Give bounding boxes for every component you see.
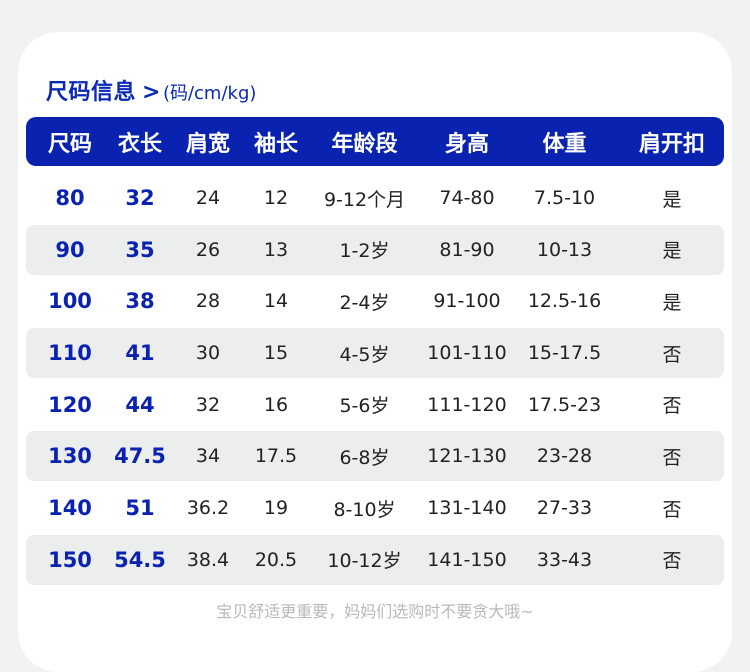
cell-age: 8-10岁 xyxy=(333,498,396,521)
cell-sleeve: 12 xyxy=(263,187,289,209)
cell-shoulder: 36.2 xyxy=(186,497,230,520)
cell-sleeve: 16 xyxy=(263,393,289,416)
cell-length: 38 xyxy=(125,289,155,314)
col-weight: 体重 xyxy=(542,131,587,157)
cell-length: 32 xyxy=(125,186,155,210)
cell-length: 47.5 xyxy=(114,444,166,469)
cell-weight: 10-13 xyxy=(536,238,593,261)
table-row: 140 51 36.2 19 8-10岁 131-140 27-33 否 xyxy=(26,483,724,533)
cell-height: 81-90 xyxy=(439,238,495,261)
table-row: 120 44 32 16 5-6岁 111-120 17.5-23 否 xyxy=(26,380,724,430)
cell-size: 110 xyxy=(48,341,92,366)
table-row: 150 54.5 38.4 20.5 10-12岁 141-150 33-43 … xyxy=(26,534,724,585)
size-table-body: 80 32 24 12 9-12个月 74-80 7.5-10 是 90 35 … xyxy=(26,173,724,587)
cell-shoulder-button: 是 xyxy=(662,240,682,263)
cell-shoulder: 24 xyxy=(195,187,221,209)
cell-age: 10-12岁 xyxy=(327,550,402,573)
cell-weight: 12.5-16 xyxy=(527,290,602,313)
cell-size: 120 xyxy=(48,392,92,417)
cell-shoulder: 30 xyxy=(195,342,221,365)
cell-size: 130 xyxy=(48,444,92,469)
table-row: 130 47.5 34 17.5 6-8岁 121-130 23-28 否 xyxy=(26,431,724,482)
cell-shoulder-button: 是 xyxy=(662,291,682,314)
cell-age: 4-5岁 xyxy=(339,343,390,366)
cell-sleeve: 20.5 xyxy=(254,548,298,571)
cell-height: 91-100 xyxy=(433,290,501,313)
col-sleeve: 袖长 xyxy=(253,131,298,157)
footer-note: 宝贝舒适更重要，妈妈们选购时不要贪大哦~ xyxy=(216,602,534,621)
cell-height: 74-80 xyxy=(439,187,495,209)
col-length: 衣长 xyxy=(117,131,162,157)
cell-shoulder: 26 xyxy=(195,238,221,261)
table-row: 90 35 26 13 1-2岁 81-90 10-13 是 xyxy=(26,224,724,275)
cell-age: 1-2岁 xyxy=(339,240,390,263)
cell-age: 5-6岁 xyxy=(339,395,390,418)
cell-length: 35 xyxy=(125,237,155,262)
cell-weight: 27-33 xyxy=(536,497,593,520)
cell-size: 80 xyxy=(55,186,85,210)
cell-size: 140 xyxy=(48,496,92,521)
cell-height: 141-150 xyxy=(427,548,507,571)
cell-sleeve: 19 xyxy=(263,497,289,520)
cell-sleeve: 15 xyxy=(263,342,289,365)
col-shoulder: 肩宽 xyxy=(185,131,230,157)
cell-height: 101-110 xyxy=(427,342,507,365)
cell-weight: 15-17.5 xyxy=(527,342,602,365)
cell-weight: 17.5-23 xyxy=(527,393,602,416)
cell-shoulder: 28 xyxy=(195,290,221,313)
cell-size: 100 xyxy=(48,289,92,314)
table-row: 80 32 24 12 9-12个月 74-80 7.5-10 是 xyxy=(26,173,724,223)
cell-height: 131-140 xyxy=(427,497,507,520)
cell-shoulder-button: 否 xyxy=(662,550,682,573)
cell-size: 90 xyxy=(55,237,85,262)
cell-shoulder-button: 否 xyxy=(662,446,682,469)
cell-height: 111-120 xyxy=(427,393,507,416)
table-header: 尺码 衣长 肩宽 袖长 年龄段 身高 体重 肩开扣 xyxy=(26,117,724,166)
cell-shoulder: 34 xyxy=(195,445,221,468)
cell-shoulder-button: 否 xyxy=(662,498,682,521)
cell-shoulder: 38.4 xyxy=(186,548,230,571)
title-arrow: > xyxy=(142,80,161,105)
cell-shoulder-button: 否 xyxy=(662,343,682,366)
title-unit: (码/cm/kg) xyxy=(162,83,257,104)
cell-shoulder-button: 是 xyxy=(662,188,682,211)
col-height: 身高 xyxy=(444,131,489,157)
cell-age: 6-8岁 xyxy=(339,446,390,469)
cell-length: 54.5 xyxy=(114,547,166,572)
cell-age: 9-12个月 xyxy=(323,188,406,211)
cell-shoulder-button: 否 xyxy=(662,395,682,418)
title-main: 尺码信息 xyxy=(46,80,137,105)
cell-weight: 23-28 xyxy=(536,445,593,468)
col-size: 尺码 xyxy=(47,131,92,157)
cell-weight: 33-43 xyxy=(536,548,593,571)
cell-sleeve: 17.5 xyxy=(254,445,298,468)
table-row: 110 41 30 15 4-5岁 101-110 15-17.5 否 xyxy=(26,328,724,379)
cell-length: 51 xyxy=(125,496,155,521)
size-info-title: 尺码信息 > (码/cm/kg) xyxy=(46,74,256,108)
cell-sleeve: 14 xyxy=(263,290,289,313)
col-age: 年龄段 xyxy=(331,131,398,157)
cell-weight: 7.5-10 xyxy=(533,187,596,209)
cell-length: 44 xyxy=(125,392,155,417)
col-shoulder-button: 肩开扣 xyxy=(638,131,705,157)
table-row: 100 38 28 14 2-4岁 91-100 12.5-16 是 xyxy=(26,276,724,326)
cell-age: 2-4岁 xyxy=(339,291,390,314)
cell-height: 121-130 xyxy=(427,445,507,468)
cell-size: 150 xyxy=(48,547,92,572)
cell-shoulder: 32 xyxy=(195,393,221,416)
cell-sleeve: 13 xyxy=(263,238,289,261)
cell-length: 41 xyxy=(125,341,155,366)
